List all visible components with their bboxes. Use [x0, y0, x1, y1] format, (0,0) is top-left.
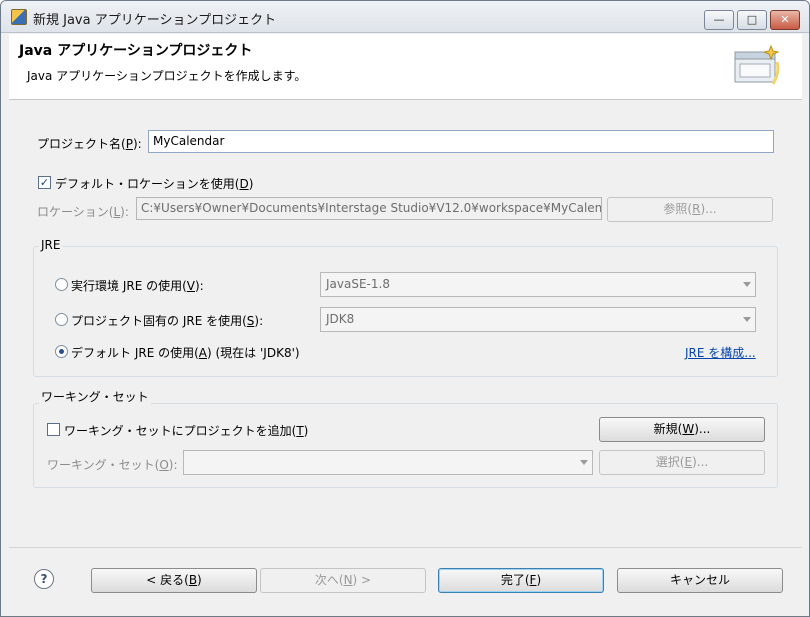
working-set-group: [33, 403, 778, 488]
wizard-header: Java アプリケーションプロジェクト Java アプリケーションプロジェクトを…: [9, 34, 802, 100]
window-title: 新規 Java アプリケーションプロジェクト: [33, 13, 277, 28]
chevron-down-icon: [743, 282, 751, 287]
new-project-wizard-icon: [734, 44, 780, 85]
title-bar: 新規 Java アプリケーションプロジェクト — □ ✕: [1, 1, 809, 33]
finish-button[interactable]: 完了(F): [438, 568, 604, 593]
add-to-working-set-label: ワーキング・セットにプロジェクトを追加(T): [64, 424, 309, 438]
default-jre-radio[interactable]: [55, 345, 68, 358]
new-working-set-button[interactable]: 新規(W)...: [599, 417, 765, 442]
browse-button[interactable]: 参照(R)...: [607, 197, 773, 222]
page-title: Java アプリケーションプロジェクト: [19, 43, 253, 59]
jre-group-title: JRE: [39, 238, 63, 252]
add-to-working-set-checkbox[interactable]: [47, 423, 60, 436]
wizard-footer: ? < 戻る(B) 次へ(N) > 完了(F) キャンセル: [9, 547, 802, 609]
execution-env-jre-radio[interactable]: [55, 278, 68, 291]
project-specific-jre-combo[interactable]: JDK8: [320, 307, 756, 332]
back-button[interactable]: < 戻る(B): [91, 568, 257, 593]
execution-env-jre-label: 実行環境 JRE の使用(V):: [71, 279, 204, 293]
project-name-label: プロジェクト名(P):: [37, 137, 142, 151]
execution-env-combo[interactable]: JavaSE-1.8: [320, 272, 756, 297]
chevron-down-icon: [743, 317, 751, 322]
dialog-window: 新規 Java アプリケーションプロジェクト — □ ✕ Java アプリケーシ…: [0, 0, 810, 617]
location-input[interactable]: C:¥Users¥Owner¥Documents¥Interstage Stud…: [136, 197, 602, 220]
configure-jre-link[interactable]: JRE を構成...: [685, 344, 756, 361]
next-button[interactable]: 次へ(N) >: [260, 568, 426, 593]
project-specific-jre-radio[interactable]: [55, 313, 68, 326]
working-sets-combo[interactable]: [183, 450, 593, 475]
java-app-icon: [11, 9, 27, 25]
working-sets-label: ワーキング・セット(O):: [47, 458, 178, 472]
default-jre-label: デフォルト JRE の使用(A) (現在は 'JDK8'): [71, 346, 300, 360]
help-icon[interactable]: ?: [34, 569, 54, 589]
default-location-checkbox[interactable]: ✓: [38, 176, 51, 189]
chevron-down-icon: [580, 460, 588, 465]
close-button[interactable]: ✕: [770, 10, 800, 30]
select-working-set-button[interactable]: 選択(E)...: [599, 450, 765, 475]
default-location-label: デフォルト・ロケーションを使用(D): [55, 177, 254, 191]
project-name-input[interactable]: MyCalendar: [148, 130, 774, 153]
working-set-group-title: ワーキング・セット: [39, 388, 151, 405]
minimize-button[interactable]: —: [704, 10, 734, 30]
location-label: ロケーション(L):: [37, 205, 129, 219]
project-specific-jre-label: プロジェクト固有の JRE を使用(S):: [71, 314, 264, 328]
page-description: Java アプリケーションプロジェクトを作成します。: [27, 69, 307, 83]
wizard-content: プロジェクト名(P): MyCalendar ✓ デフォルト・ロケーションを使用…: [9, 101, 802, 546]
cancel-button[interactable]: キャンセル: [617, 568, 783, 593]
maximize-button[interactable]: □: [737, 10, 767, 30]
